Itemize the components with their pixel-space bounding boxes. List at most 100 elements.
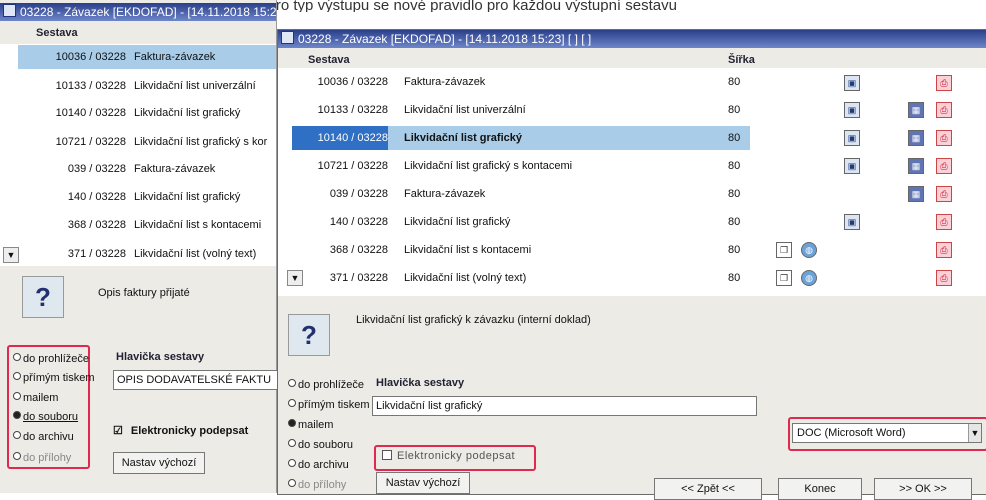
list-item[interactable]: 039 / 03228 Faktura-závazek [18, 157, 276, 181]
radio-mail[interactable]: mailem [13, 392, 58, 404]
report-code: 10721 / 03228 [55, 136, 126, 148]
list-item[interactable]: 140 / 03228 Likvidační list grafický 80 [292, 210, 972, 234]
report-code: 368 / 03228 [67, 219, 126, 231]
save-icon[interactable]: ▣ [844, 158, 860, 174]
calculator-icon[interactable]: ▦ [908, 158, 924, 174]
radio-dot [288, 379, 296, 387]
save-icon[interactable]: ▣ [844, 102, 860, 118]
checkbox-box [382, 450, 392, 460]
hlavicka-label: Hlavička sestavy [376, 377, 465, 389]
pdf-icon[interactable]: ⎙ [936, 75, 952, 91]
radio-dot [13, 431, 21, 439]
radio-browser[interactable]: do prohlížeče [288, 379, 364, 391]
list-item-selected[interactable]: 10140 / 03228 Likvidační list grafický 8… [292, 126, 750, 150]
list-item[interactable]: 371 / 03228 Likvidační list (volný text) [18, 242, 276, 266]
pdf-icon[interactable]: ⎙ [936, 270, 952, 286]
pdf-icon[interactable]: ⎙ [936, 158, 952, 174]
report-code: 10140 / 03228 [292, 126, 388, 150]
save-icon[interactable]: ▣ [844, 214, 860, 230]
list-item[interactable]: 368 / 03228 Likvidační list s kontacemi [18, 213, 276, 237]
pdf-icon[interactable]: ⎙ [936, 242, 952, 258]
calculator-icon[interactable]: ▦ [908, 186, 924, 202]
radio-dot [288, 399, 296, 407]
radio-attachment[interactable]: do přílohy [288, 479, 346, 491]
pdf-icon[interactable]: ⎙ [936, 130, 952, 146]
report-name: Likvidační list grafický [404, 216, 511, 228]
sirka-header: Šířka [728, 54, 755, 66]
radio-archive[interactable]: do archivu [288, 459, 349, 471]
report-width: 80 [728, 188, 741, 200]
radio-attachment[interactable]: do přílohy [13, 452, 71, 464]
document-icon[interactable]: ❐ [776, 242, 792, 258]
report-code: 039 / 03228 [329, 188, 388, 200]
list-item[interactable]: 371 / 03228 Likvidační list (volný text)… [292, 266, 972, 290]
radio-browser[interactable]: do prohlížeče [13, 353, 89, 365]
pdf-icon[interactable]: ⎙ [936, 102, 952, 118]
globe-icon[interactable]: ◍ [801, 270, 817, 286]
list-item[interactable]: 10133 / 03228 Likvidační list univerzáln… [292, 98, 972, 122]
scroll-down-button[interactable]: ▼ [287, 270, 303, 286]
report-name: Faktura-závazek [134, 51, 216, 63]
format-select[interactable]: DOC (Microsoft Word) ▼ [792, 423, 982, 443]
back-window-title: 03228 - Závazek [EKDOFAD] - [14.11.2018 … [20, 5, 276, 19]
report-description: Likvidační list grafický k závazku (inte… [356, 314, 591, 326]
end-button[interactable]: Konec [778, 478, 862, 500]
sign-checkbox[interactable]: ☑ Elektronicky podepsat [113, 424, 248, 437]
report-code: 371 / 03228 [329, 272, 388, 284]
radio-dot [288, 439, 296, 447]
radio-mail[interactable]: mailem [288, 419, 333, 431]
hlavicka-input[interactable]: OPIS DODAVATELSKÉ FAKTU [113, 370, 278, 390]
radio-archive[interactable]: do archivu [13, 431, 74, 443]
report-width: 80 [728, 216, 741, 228]
report-code: 371 / 03228 [67, 248, 126, 260]
report-name: Faktura-závazek [404, 188, 486, 200]
front-window-titlebar[interactable]: 03228 - Závazek [EKDOFAD] - [14.11.2018 … [278, 30, 986, 48]
radio-file[interactable]: do souboru [13, 411, 78, 423]
report-code: 039 / 03228 [67, 163, 126, 175]
radio-dot [288, 479, 296, 487]
radio-dot [13, 411, 21, 419]
window-icon [281, 31, 294, 44]
sestava-header: Sestava [36, 27, 78, 39]
list-item[interactable]: 10133 / 03228 Likvidační list univerzáln… [18, 74, 276, 98]
globe-icon[interactable]: ◍ [801, 242, 817, 258]
save-icon[interactable]: ▣ [844, 130, 860, 146]
radio-print[interactable]: přímým tiskem [13, 372, 95, 384]
document-icon[interactable]: ❐ [776, 270, 792, 286]
report-code: 10133 / 03228 [317, 104, 388, 116]
report-code: 368 / 03228 [329, 244, 388, 256]
back-button[interactable]: << Zpět << [654, 478, 762, 500]
list-item[interactable]: 10721 / 03228 Likvidační list grafický s… [18, 130, 276, 154]
list-item[interactable]: 039 / 03228 Faktura-závazek 80 [292, 182, 972, 206]
report-name: Likvidační list s kontacemi [134, 219, 262, 231]
calculator-icon[interactable]: ▦ [908, 130, 924, 146]
list-item[interactable]: 140 / 03228 Likvidační list grafický [18, 185, 276, 209]
default-button[interactable]: Nastav výchozí [113, 452, 205, 474]
list-item[interactable]: 10036 / 03228 Faktura-závazek [18, 45, 276, 69]
sign-checkbox[interactable]: Elektronicky podepsat [382, 450, 515, 462]
ok-button[interactable]: >> OK >> [874, 478, 972, 500]
help-icon: ? [22, 276, 64, 318]
list-item[interactable]: 10036 / 03228 Faktura-závazek 80 [292, 70, 972, 94]
pdf-icon[interactable]: ⎙ [936, 214, 952, 230]
default-button[interactable]: Nastav výchozí [376, 472, 470, 494]
list-item[interactable]: 10140 / 03228 Likvidační list grafický [18, 101, 276, 125]
save-icon[interactable]: ▣ [844, 75, 860, 91]
document-caption: ...vedený vzor pro typ výstupu se nové p… [170, 0, 677, 12]
chevron-down-icon[interactable]: ▼ [968, 424, 981, 442]
list-item[interactable]: 368 / 03228 Likvidační list s kontacemi … [292, 238, 972, 262]
report-code: 10036 / 03228 [55, 51, 126, 63]
front-window: 03228 - Závazek [EKDOFAD] - [14.11.2018 … [277, 29, 986, 500]
scroll-down-button[interactable]: ▼ [3, 247, 19, 263]
back-window-titlebar[interactable]: 03228 - Závazek [EKDOFAD] - [14.11.2018 … [0, 3, 276, 21]
report-width: 80 [728, 76, 741, 88]
radio-dot [13, 372, 21, 380]
report-width: 80 [728, 272, 741, 284]
radio-print[interactable]: přímým tiskem [288, 399, 370, 411]
list-item[interactable]: 10721 / 03228 Likvidační list grafický s… [292, 154, 972, 178]
help-icon: ? [288, 314, 330, 356]
radio-file[interactable]: do souboru [288, 439, 353, 451]
calculator-icon[interactable]: ▦ [908, 102, 924, 118]
hlavicka-input[interactable]: Likvidační list grafický [372, 396, 757, 416]
pdf-icon[interactable]: ⎙ [936, 186, 952, 202]
